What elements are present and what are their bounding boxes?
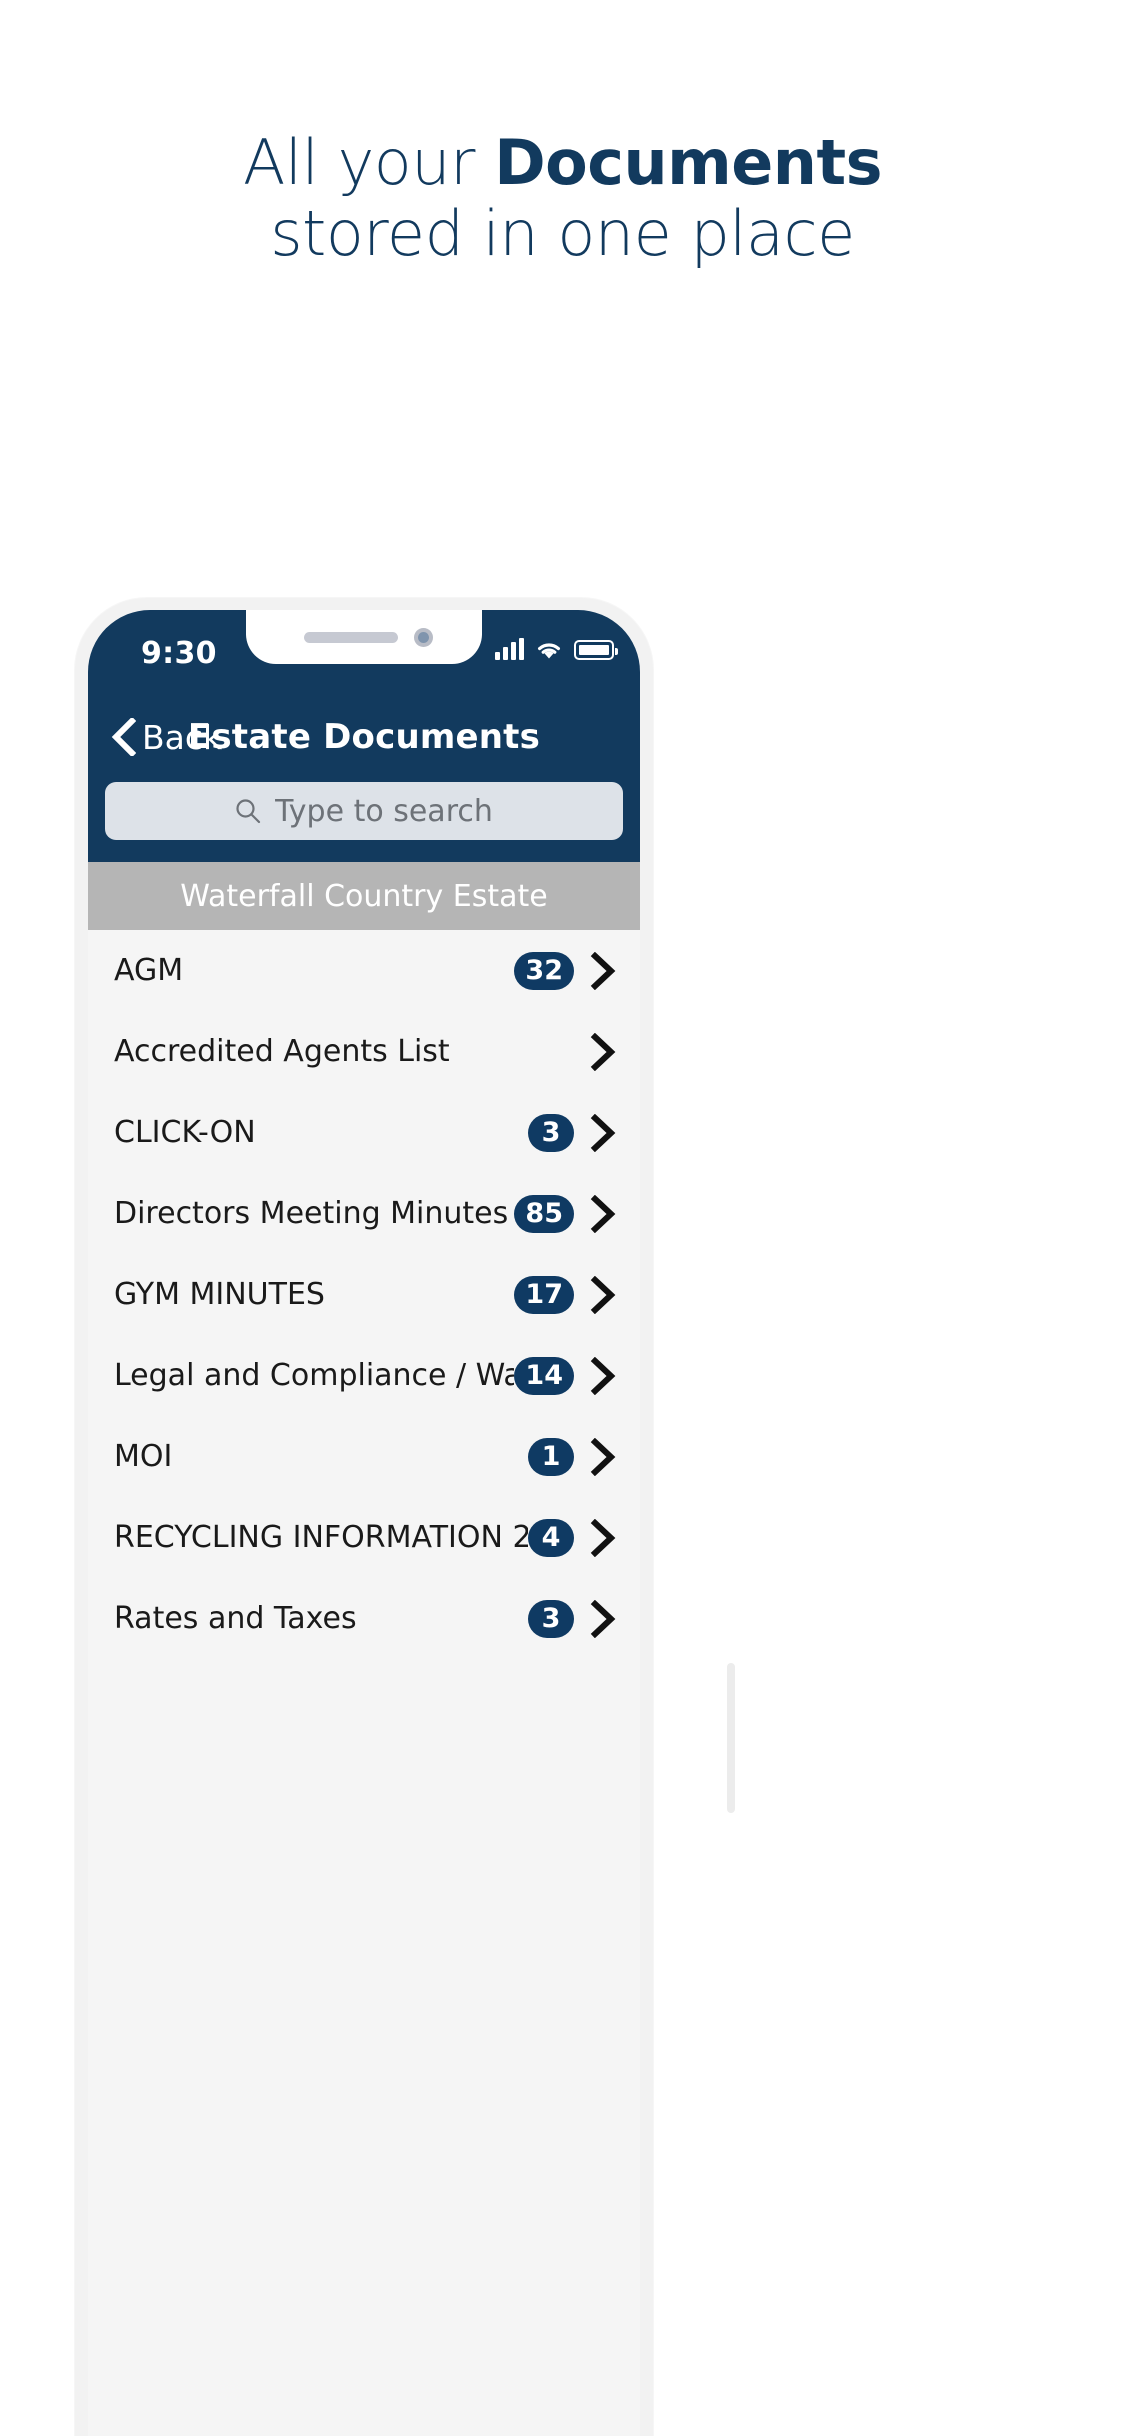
search-input[interactable]: Type to search bbox=[105, 782, 623, 840]
count-badge: 1 bbox=[528, 1437, 574, 1476]
list-item-label: CLICK-ON bbox=[114, 1115, 256, 1150]
phone-notch bbox=[246, 610, 482, 664]
list-item[interactable]: AGM 32 bbox=[88, 930, 640, 1011]
headline-line-2: stored in one place bbox=[270, 196, 855, 270]
list-item[interactable]: MOI 1 bbox=[88, 1416, 640, 1497]
chevron-right-icon bbox=[584, 1113, 618, 1152]
count-badge: 85 bbox=[514, 1194, 574, 1233]
headline-text-plain: All your bbox=[243, 126, 495, 199]
chevron-right-icon bbox=[584, 1194, 618, 1233]
list-item[interactable]: RECYCLING INFORMATION 20174 bbox=[88, 1497, 640, 1578]
chevron-right-icon bbox=[584, 1599, 618, 1638]
back-button-label: Back bbox=[142, 717, 223, 757]
search-icon bbox=[235, 798, 261, 824]
status-bar: 9:30 bbox=[88, 610, 640, 696]
count-badge: 14 bbox=[514, 1356, 574, 1395]
chevron-right-icon bbox=[584, 951, 618, 990]
list-item-label: GYM MINUTES bbox=[114, 1277, 325, 1312]
battery-icon bbox=[574, 640, 618, 660]
section-header: Waterfall Country Estate bbox=[88, 862, 640, 930]
list-item[interactable]: GYM MINUTES 17 bbox=[88, 1254, 640, 1335]
chevron-left-icon bbox=[110, 718, 136, 756]
list-item-label: Directors Meeting Minutes bbox=[114, 1196, 509, 1231]
chevron-right-icon bbox=[584, 1275, 618, 1314]
headline-text-bold: Documents bbox=[494, 126, 882, 199]
count-badge bbox=[528, 1033, 574, 1071]
count-badge: 32 bbox=[514, 951, 574, 990]
phone-screen-bezel: 9:30 Estate Documents Back Type to searc… bbox=[88, 610, 640, 2436]
status-bar-time: 9:30 bbox=[141, 636, 217, 671]
earpiece-speaker bbox=[304, 632, 398, 643]
count-badge: 17 bbox=[514, 1275, 574, 1314]
chevron-right-icon bbox=[584, 1032, 618, 1071]
documents-list: AGM 32 Accredited Agents List CLICK-ON 3 Dire… bbox=[88, 930, 640, 1659]
list-item-label: AGM bbox=[114, 953, 184, 988]
wifi-icon bbox=[535, 639, 563, 660]
back-button[interactable]: Back bbox=[110, 696, 222, 778]
section-header-label: Waterfall Country Estate bbox=[180, 878, 548, 914]
count-badge: 3 bbox=[528, 1599, 574, 1638]
search-placeholder: Type to search bbox=[275, 793, 493, 829]
list-item[interactable]: CLICK-ON 3 bbox=[88, 1092, 640, 1173]
list-item[interactable]: Directors Meeting Minutes 85 bbox=[88, 1173, 640, 1254]
chevron-right-icon bbox=[584, 1518, 618, 1557]
list-item-label: Legal and Compliance / Waterfall Country bbox=[114, 1358, 515, 1393]
app-screen: 9:30 Estate Documents Back Type to searc… bbox=[88, 610, 640, 2436]
headline-line-1: All your Documents bbox=[0, 126, 1125, 199]
search-container: Type to search bbox=[88, 778, 640, 862]
front-camera bbox=[414, 628, 433, 647]
list-item-label: MOI bbox=[114, 1439, 173, 1474]
count-badge: 4 bbox=[528, 1518, 574, 1557]
signal-icon bbox=[495, 638, 524, 660]
status-bar-icons bbox=[495, 638, 618, 660]
chevron-right-icon bbox=[584, 1437, 618, 1476]
count-badge: 3 bbox=[528, 1113, 574, 1152]
list-item[interactable]: Rates and Taxes 3 bbox=[88, 1578, 640, 1659]
page-title: All your Documents stored in one place bbox=[0, 126, 1125, 270]
list-item[interactable]: Accredited Agents List bbox=[88, 1011, 640, 1092]
list-item-label: Rates and Taxes bbox=[114, 1601, 357, 1636]
list-item-label: RECYCLING INFORMATION 2017 bbox=[114, 1520, 528, 1555]
navigation-bar: Estate Documents Back bbox=[88, 696, 640, 778]
list-item[interactable]: Legal and Compliance / Waterfall Country… bbox=[88, 1335, 640, 1416]
list-item-label: Accredited Agents List bbox=[114, 1034, 450, 1069]
chevron-right-icon bbox=[584, 1356, 618, 1395]
phone-power-button bbox=[727, 1663, 735, 1813]
phone-mockup: 9:30 Estate Documents Back Type to searc… bbox=[75, 598, 735, 2436]
